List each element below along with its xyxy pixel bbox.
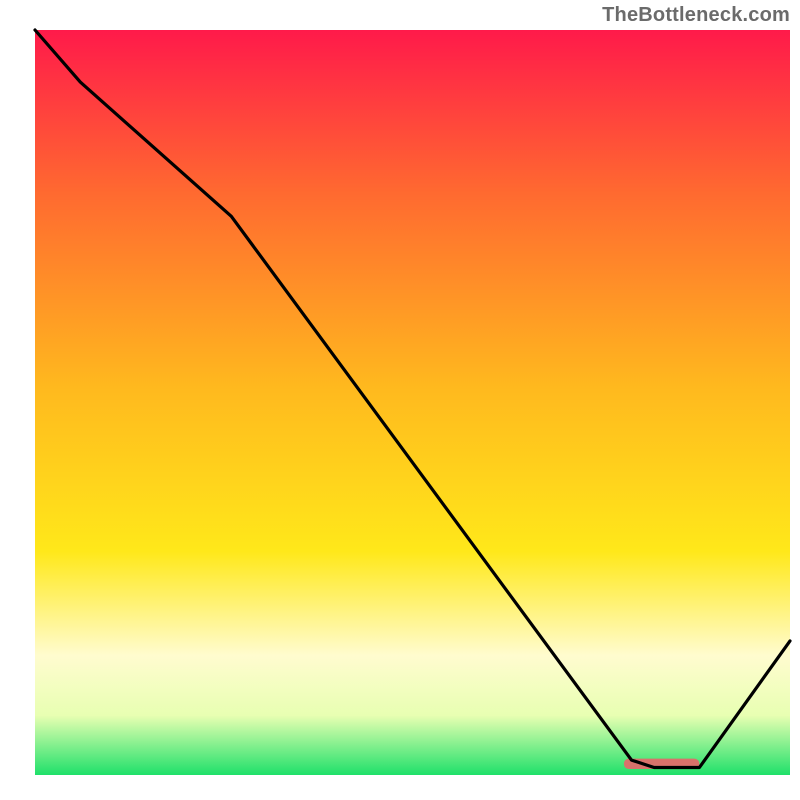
- chart-svg: [0, 0, 800, 800]
- chart-stage: TheBottleneck.com: [0, 0, 800, 800]
- watermark-text: TheBottleneck.com: [602, 4, 790, 27]
